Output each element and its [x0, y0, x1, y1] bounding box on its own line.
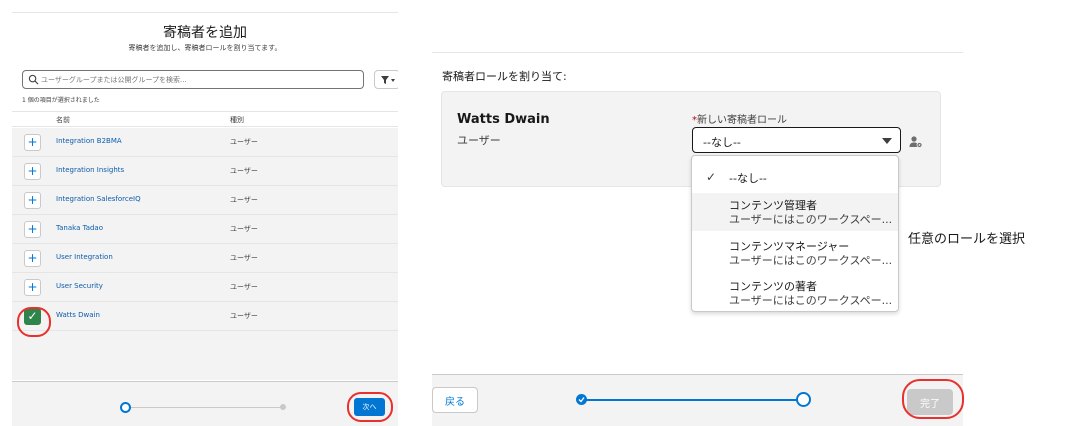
progress-track: [127, 407, 283, 408]
member-type: ユーザー: [230, 138, 258, 146]
member-type: ユーザー: [230, 312, 258, 320]
assign-role-heading: 寄稿者ロールを割り当て:: [442, 70, 567, 83]
highlight-circle: [17, 307, 51, 337]
progress-step-current: [120, 402, 131, 413]
search-input[interactable]: [41, 73, 361, 86]
add-button[interactable]: +: [24, 279, 41, 296]
option-label: --なし--: [729, 172, 767, 185]
member-name[interactable]: User Security: [56, 282, 103, 290]
member-type: ユーザー: [230, 167, 258, 175]
progress-step-next: [280, 404, 286, 410]
option-description: ユーザーにはこのワークスペー...: [729, 254, 893, 267]
table-header: 名前 種別: [12, 111, 398, 127]
panel-title: 寄稿者を追加: [163, 25, 247, 41]
add-contributor-panel: 寄稿者を追加 寄稿者を追加し、寄稿者ロールを割り当てます。 1 個の項目が選択さ…: [12, 0, 398, 426]
role-combobox[interactable]: --なし--: [692, 127, 901, 153]
left-footer: 次へ: [12, 381, 398, 426]
add-button[interactable]: +: [24, 221, 41, 238]
member-name[interactable]: Integration B2BMA: [56, 137, 122, 145]
filter-button[interactable]: [374, 70, 398, 89]
panel-subtitle: 寄稿者を追加し、寄稿者ロールを割り当てます。: [128, 44, 282, 52]
role-option[interactable]: コンテンツ管理者 ユーザーにはこのワークスペー...: [692, 193, 898, 231]
check-icon: ✓: [706, 170, 717, 184]
table-row[interactable]: ✓ Watts Dwain ユーザー: [12, 302, 398, 331]
table-row[interactable]: + Integration B2BMA ユーザー: [12, 128, 398, 157]
add-button[interactable]: +: [24, 163, 41, 180]
member-name[interactable]: Integration Insights: [56, 166, 124, 174]
search-box[interactable]: [22, 70, 364, 89]
role-label-text: 新しい寄稿者ロール: [697, 115, 787, 126]
member-type: ユーザー: [230, 225, 258, 233]
selected-count: 1 個の項目が選択されました: [22, 97, 100, 104]
header-divider: [432, 52, 963, 53]
filter-icon: [381, 76, 395, 84]
user-role-icon[interactable]: [909, 135, 923, 149]
member-type: ユーザー: [230, 283, 258, 291]
table-row[interactable]: + User Security ユーザー: [12, 273, 398, 302]
progress-step-current: [796, 392, 811, 407]
annotation-text: 任意のロールを選択: [908, 232, 1026, 247]
member-name[interactable]: Watts Dwain: [56, 311, 100, 319]
table-row[interactable]: + Integration Insights ユーザー: [12, 157, 398, 186]
check-icon: [578, 397, 585, 403]
member-list: + Integration B2BMA ユーザー + Integration I…: [12, 128, 398, 380]
highlight-circle: [347, 392, 393, 422]
role-option[interactable]: コンテンツの著者 ユーザーにはこのワークスペー...: [692, 274, 898, 311]
column-header-type: 種別: [230, 116, 244, 124]
add-button[interactable]: +: [24, 250, 41, 267]
table-row[interactable]: + Integration SalesforceIQ ユーザー: [12, 186, 398, 215]
progress-step-complete: [576, 394, 587, 405]
contributor-name: Watts Dwain: [457, 112, 550, 127]
progress-track: [582, 399, 802, 401]
add-button[interactable]: +: [24, 192, 41, 209]
member-name[interactable]: User Integration: [56, 253, 113, 261]
member-name[interactable]: Integration SalesforceIQ: [56, 195, 141, 203]
chevron-down-icon: [882, 138, 892, 144]
role-field-label: *新しい寄稿者ロール: [692, 111, 787, 126]
role-option[interactable]: ✓ --なし--: [692, 168, 898, 194]
assign-role-panel: 寄稿者ロールを割り当て: Watts Dwain ユーザー *新しい寄稿者ロール…: [432, 0, 964, 426]
header-divider: [12, 12, 398, 13]
role-option[interactable]: コンテンツマネージャー ユーザーにはこのワークスペー...: [692, 234, 898, 272]
option-description: ユーザーにはこのワークスペー...: [729, 294, 893, 307]
option-description: ユーザーにはこのワークスペー...: [729, 213, 893, 226]
column-header-name: 名前: [56, 116, 70, 124]
member-name[interactable]: Tanaka Tadao: [56, 224, 103, 232]
table-row[interactable]: + Tanaka Tadao ユーザー: [12, 215, 398, 244]
contributor-type: ユーザー: [457, 134, 501, 147]
member-type: ユーザー: [230, 196, 258, 204]
right-footer: 戻る 完了: [432, 374, 964, 426]
back-button[interactable]: 戻る: [432, 387, 478, 413]
add-button[interactable]: +: [24, 134, 41, 151]
member-type: ユーザー: [230, 254, 258, 262]
role-selected-value: --なし--: [703, 136, 741, 149]
table-row[interactable]: + User Integration ユーザー: [12, 244, 398, 273]
highlight-circle: [902, 379, 964, 419]
role-options-listbox: ✓ --なし-- コンテンツ管理者 ユーザーにはこのワークスペー... コンテン…: [691, 155, 899, 312]
search-icon: [28, 74, 39, 85]
